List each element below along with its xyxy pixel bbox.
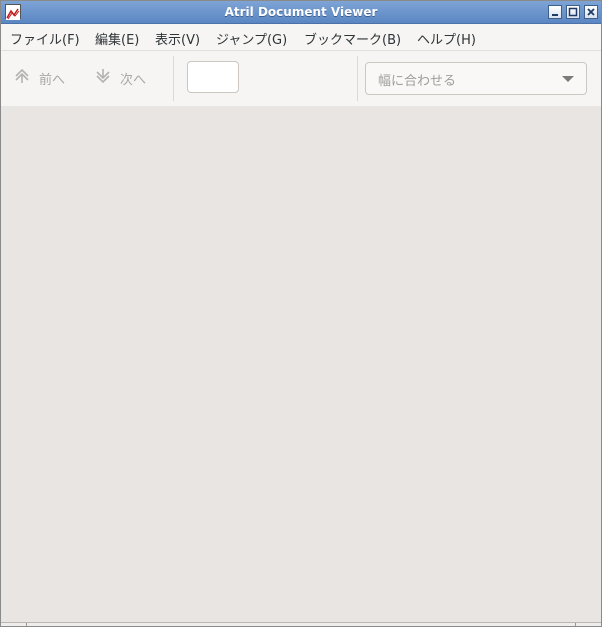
- zoom-select[interactable]: 幅に合わせる: [365, 62, 587, 95]
- atril-window: Atril Document Viewer ファイル(F) 編集(E) 表示(V…: [0, 0, 602, 627]
- status-divider: [26, 623, 27, 626]
- previous-page-button[interactable]: 前へ: [13, 64, 65, 92]
- menu-help[interactable]: ヘルプ(H): [417, 29, 476, 48]
- zoom-selected-value: 幅に合わせる: [378, 74, 457, 89]
- maximize-button[interactable]: [566, 5, 580, 19]
- minimize-button[interactable]: [548, 5, 562, 19]
- menu-file[interactable]: ファイル(F): [10, 29, 80, 48]
- next-page-button[interactable]: 次へ: [94, 64, 146, 92]
- minimize-icon: [549, 8, 561, 21]
- document-view[interactable]: [1, 106, 601, 622]
- close-icon: [585, 8, 597, 21]
- menu-bar: ファイル(F) 編集(E) 表示(V) ジャンプ(G) ブックマーク(B) ヘル…: [1, 24, 601, 50]
- toolbar-separator: [173, 56, 174, 101]
- menu-edit[interactable]: 編集(E): [95, 29, 139, 48]
- menu-go[interactable]: ジャンプ(G): [216, 29, 287, 48]
- close-button[interactable]: [584, 5, 598, 19]
- next-page-label: 次へ: [120, 72, 147, 88]
- status-area: [1, 622, 601, 626]
- menu-view[interactable]: 表示(V): [155, 29, 200, 48]
- previous-page-label: 前へ: [39, 72, 66, 88]
- status-divider: [575, 623, 576, 626]
- arrow-down-icon: [94, 67, 120, 89]
- page-number-input[interactable]: [187, 61, 239, 93]
- menu-bookmarks[interactable]: ブックマーク(B): [304, 29, 401, 48]
- maximize-icon: [567, 7, 579, 21]
- title-bar[interactable]: Atril Document Viewer: [1, 1, 601, 24]
- arrow-up-icon: [13, 67, 39, 89]
- toolbar: 前へ 次へ 幅に合わせる: [1, 50, 601, 107]
- toolbar-separator: [357, 56, 358, 101]
- window-title: Atril Document Viewer: [224, 5, 378, 19]
- chevron-down-icon: [562, 76, 574, 82]
